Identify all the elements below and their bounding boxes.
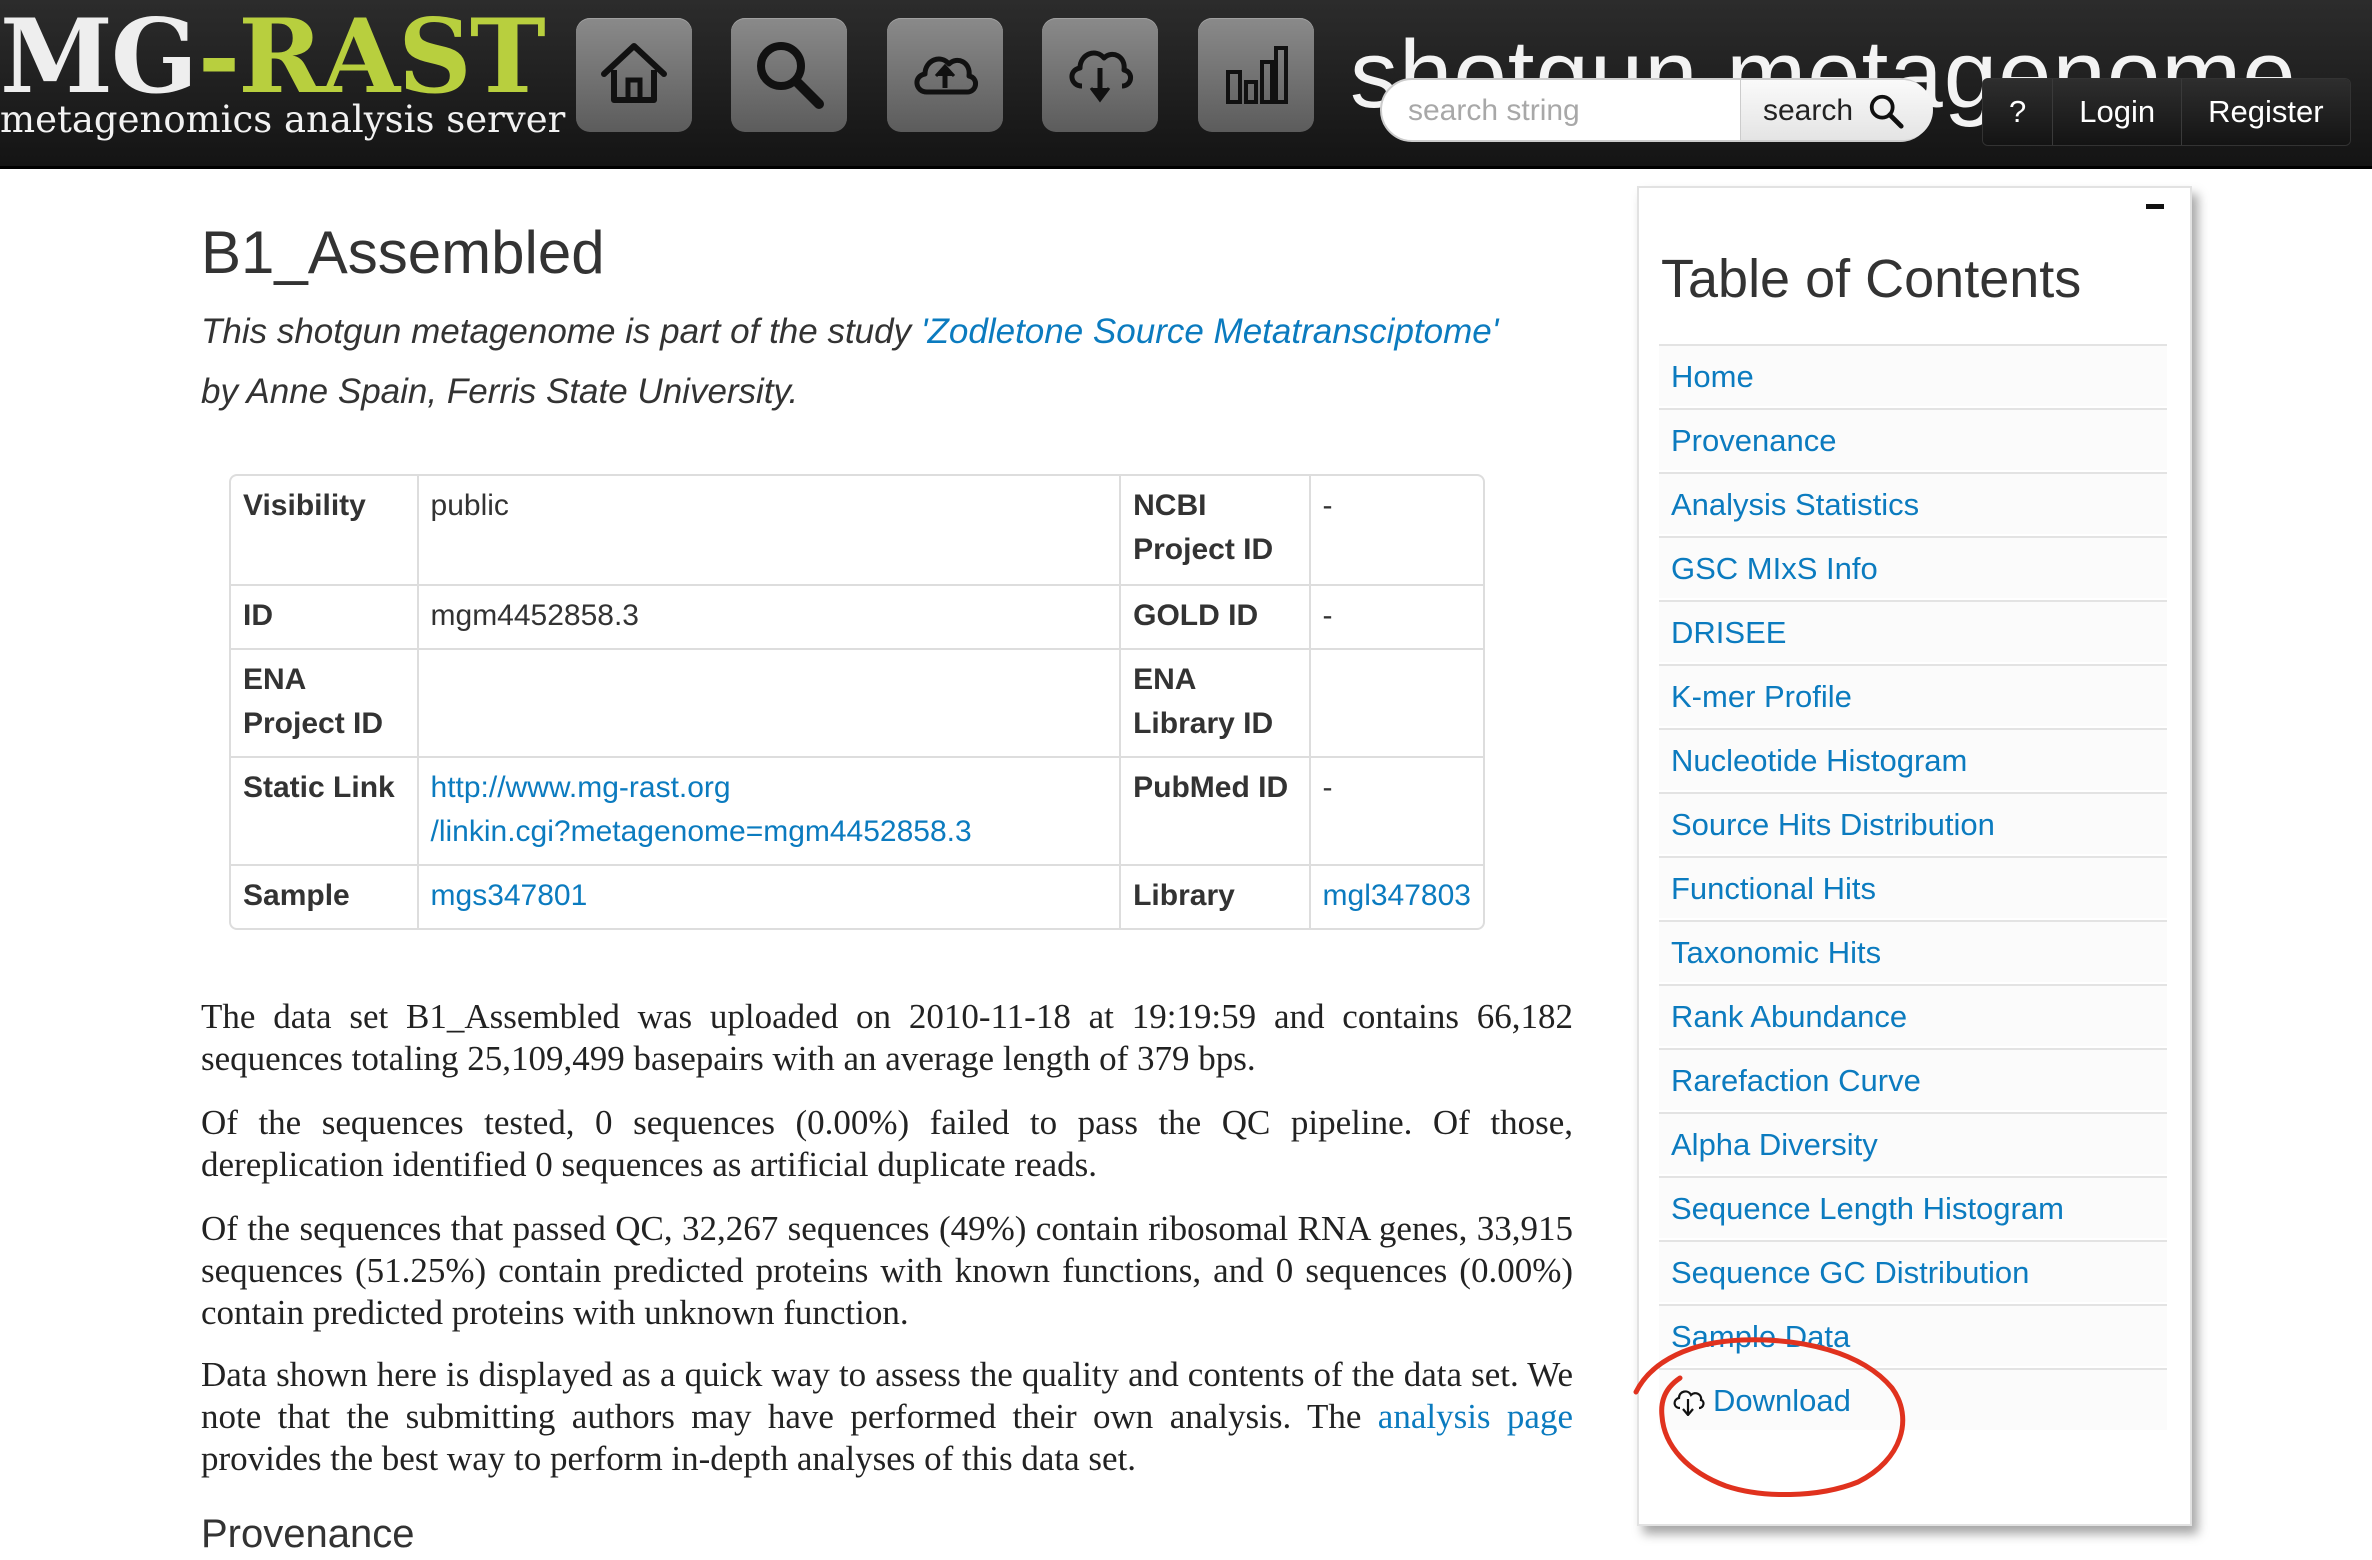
- toc-item-functional-hits[interactable]: Functional Hits: [1659, 856, 2167, 918]
- library-link[interactable]: mgl347803: [1323, 879, 1471, 912]
- bar-chart-icon: [1226, 46, 1288, 104]
- search-input[interactable]: [1406, 88, 1710, 134]
- gold-label: GOLD ID: [1119, 584, 1309, 648]
- id-label: ID: [231, 584, 417, 648]
- analysis-note-prefix: Data shown here is displayed as a quick …: [201, 1355, 1573, 1436]
- table-row: Visibility public NCBI Project ID -: [231, 476, 1483, 584]
- analysis-note-paragraph: Data shown here is displayed as a quick …: [201, 1354, 1573, 1480]
- ena-library-value: [1308, 648, 1483, 756]
- toc-item-rarefaction-curve[interactable]: Rarefaction Curve: [1659, 1048, 2167, 1110]
- home-button[interactable]: [576, 18, 692, 132]
- ena-project-label: ENA Project ID: [231, 648, 417, 756]
- help-button[interactable]: ?: [1983, 79, 2054, 145]
- subtitle-author: by Anne Spain, Ferris State University.: [201, 372, 799, 411]
- pubmed-label: PubMed ID: [1119, 756, 1309, 864]
- ena-project-value: [416, 648, 1120, 756]
- top-navbar: MG-RAST metagenomics analysis server sho…: [0, 0, 2372, 169]
- static-link-label: Static Link: [231, 756, 417, 864]
- analysis-note-suffix: provides the best way to perform in-dept…: [201, 1439, 1137, 1478]
- upload-icon: [914, 56, 978, 95]
- provenance-heading: Provenance: [201, 1512, 415, 1556]
- toc-list: Home Provenance Analysis Statistics GSC …: [1659, 344, 2167, 1432]
- toc-item-sequence-length-histogram[interactable]: Sequence Length Histogram: [1659, 1176, 2167, 1238]
- id-value: mgm4452858.3: [416, 584, 1120, 648]
- upload-summary-paragraph: The data set B1_Assembled was uploaded o…: [201, 997, 1573, 1078]
- toc-item-sample-data[interactable]: Sample Data: [1659, 1304, 2167, 1366]
- search-box: search: [1380, 78, 1933, 142]
- static-link-cell: http://www.mg-rast.org/linkin.cgi?metage…: [416, 756, 1120, 864]
- table-row: Static Link http://www.mg-rast.org/linki…: [231, 756, 1483, 864]
- toc-item-analysis-statistics[interactable]: Analysis Statistics: [1659, 472, 2167, 534]
- toc-item-download-label: Download: [1713, 1383, 1851, 1418]
- sample-link[interactable]: mgs347801: [431, 879, 588, 912]
- gold-value: -: [1308, 584, 1483, 648]
- search-button-label: search: [1763, 94, 1854, 127]
- toc-item-rank-abundance[interactable]: Rank Abundance: [1659, 984, 2167, 1046]
- toc-item-provenance[interactable]: Provenance: [1659, 408, 2167, 470]
- toc-item-sequence-gc-distribution[interactable]: Sequence GC Distribution: [1659, 1240, 2167, 1302]
- library-cell: mgl347803: [1308, 864, 1483, 928]
- study-link[interactable]: 'Zodletone Source Metatransciptome': [921, 312, 1499, 351]
- qc-summary-paragraph: Of the sequences tested, 0 sequences (0.…: [201, 1103, 1573, 1184]
- sample-label: Sample: [231, 864, 417, 928]
- ncbi-value: -: [1308, 476, 1483, 584]
- auth-button-group: ? Login Register: [1982, 78, 2351, 146]
- logo-subtitle: metagenomics analysis server: [0, 98, 566, 141]
- page-title: B1_Assembled: [201, 219, 605, 286]
- login-button[interactable]: Login: [2053, 79, 2183, 145]
- search-icon: [757, 42, 824, 109]
- sample-cell: mgs347801: [416, 864, 1120, 928]
- library-label: Library: [1119, 864, 1309, 928]
- annotation-summary-paragraph: Of the sequences that passed QC, 32,267 …: [201, 1209, 1573, 1332]
- register-button[interactable]: Register: [2182, 79, 2350, 145]
- table-of-contents-panel: Table of Contents Home Provenance Analys…: [1637, 186, 2192, 1526]
- table-row: Sample mgs347801 Library mgl347803: [231, 864, 1483, 928]
- visibility-label: Visibility: [243, 489, 366, 522]
- cloud-download-icon: [1673, 1390, 1705, 1416]
- upload-button[interactable]: [887, 18, 1003, 132]
- search-nav-button[interactable]: [731, 18, 847, 132]
- table-row: ID mgm4452858.3 GOLD ID -: [231, 584, 1483, 648]
- toc-collapse-button[interactable]: [2146, 204, 2164, 209]
- table-row: ENA Project ID ENA Library ID: [231, 648, 1483, 756]
- download-nav-button[interactable]: [1042, 18, 1158, 132]
- study-subtitle: This shotgun metagenome is part of the s…: [201, 302, 1601, 422]
- toc-title: Table of Contents: [1661, 249, 2082, 309]
- analysis-button[interactable]: [1198, 18, 1314, 132]
- download-icon: [1069, 50, 1133, 103]
- ncbi-label: NCBI Project ID: [1119, 476, 1308, 584]
- home-icon: [601, 43, 667, 103]
- visibility-value: public: [416, 476, 1120, 584]
- toc-item-nucleotide-histogram[interactable]: Nucleotide Histogram: [1659, 728, 2167, 790]
- search-button[interactable]: search: [1740, 80, 1933, 140]
- ena-library-label: ENA Library ID: [1119, 648, 1309, 756]
- toc-item-taxonomic-hits[interactable]: Taxonomic Hits: [1659, 920, 2167, 982]
- toc-item-alpha-diversity[interactable]: Alpha Diversity: [1659, 1112, 2167, 1174]
- magnifier-icon: [1869, 94, 1904, 129]
- toc-item-home[interactable]: Home: [1659, 344, 2167, 406]
- mg-rast-logo[interactable]: MG-RAST: [0, 2, 546, 112]
- analysis-page-link[interactable]: analysis page: [1378, 1397, 1573, 1436]
- toc-item-drisee[interactable]: DRISEE: [1659, 600, 2167, 662]
- toc-item-gsc-mixs-info[interactable]: GSC MIxS Info: [1659, 536, 2167, 598]
- toc-item-kmer-profile[interactable]: K-mer Profile: [1659, 664, 2167, 726]
- subtitle-prefix: This shotgun metagenome is part of the s…: [201, 312, 921, 351]
- toc-item-source-hits-distribution[interactable]: Source Hits Distribution: [1659, 792, 2167, 854]
- pubmed-value: -: [1308, 756, 1483, 864]
- static-link[interactable]: http://www.mg-rast.org/linkin.cgi?metage…: [431, 771, 972, 848]
- metadata-table: Visibility public NCBI Project ID - ID mg…: [229, 474, 1485, 930]
- toc-item-download[interactable]: Download: [1659, 1368, 2167, 1430]
